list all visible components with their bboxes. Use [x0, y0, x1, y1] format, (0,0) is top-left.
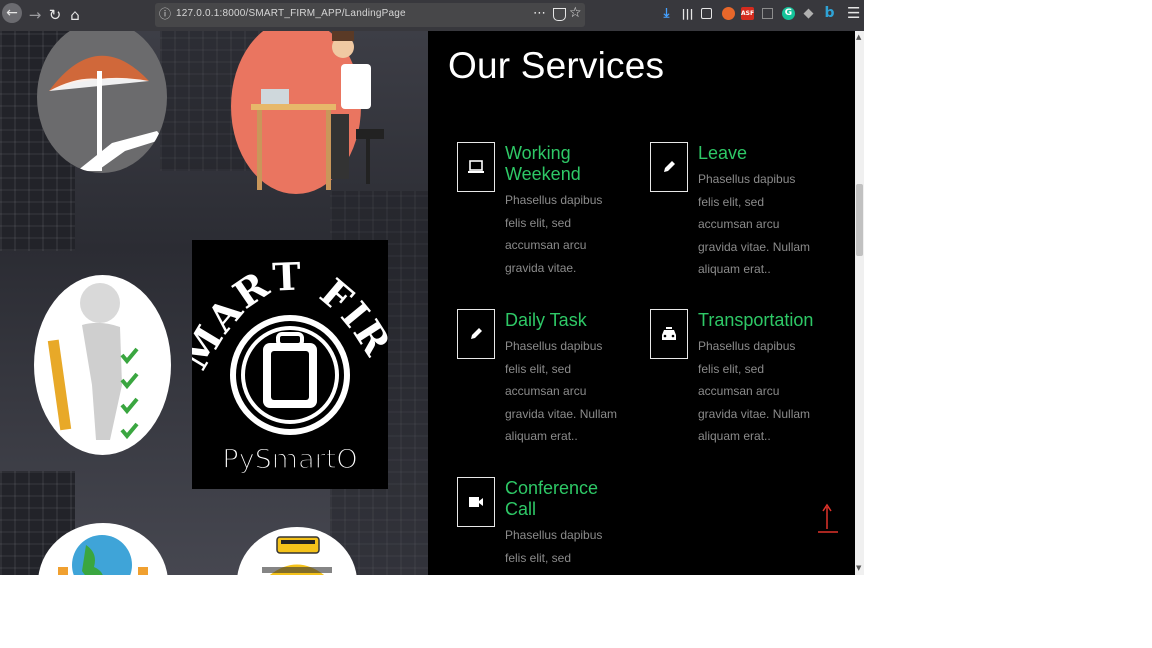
- arrow-up-icon: [818, 503, 838, 533]
- service-title[interactable]: Conference Call: [505, 478, 615, 520]
- service-icon-box: [457, 477, 495, 527]
- library-icon[interactable]: |||: [681, 7, 694, 20]
- ext-square-icon[interactable]: [762, 8, 773, 19]
- service-title[interactable]: Working Weekend: [505, 143, 625, 185]
- vertical-scrollbar[interactable]: ▲ ▼: [855, 31, 864, 575]
- pencil-icon: [664, 161, 675, 172]
- service-icon-box: [650, 309, 688, 359]
- taxi-icon: [662, 327, 676, 340]
- service-description: Phasellus dapibus felis elit, sed accums…: [698, 172, 811, 276]
- pencil-icon: [471, 328, 482, 339]
- service-icon-box: [650, 142, 688, 192]
- checklist-figure-icon: [34, 275, 171, 455]
- service-description: Phasellus dapibus felis elit, sed accums…: [505, 528, 603, 575]
- beach-umbrella-icon: [37, 31, 167, 173]
- address-bar[interactable]: ⓘ 127.0.0.1:8000/SMART_FIRM_APP/LandingP…: [155, 3, 585, 27]
- hero-collage: SMART FIRM PySmartO: [0, 31, 428, 575]
- ext-bing-label: b: [824, 5, 835, 21]
- service-description: Phasellus dapibus felis elit, sed accums…: [505, 339, 618, 443]
- forward-button[interactable]: →: [24, 4, 46, 26]
- back-button[interactable]: ←: [2, 3, 22, 23]
- hamburger-menu-icon[interactable]: ☰: [847, 4, 860, 22]
- ext-orange-icon[interactable]: [722, 7, 735, 20]
- scroll-down-arrow-icon[interactable]: ▼: [856, 564, 861, 572]
- ext-asf-label: ASF: [741, 10, 755, 17]
- download-icon[interactable]: ⤓: [660, 7, 673, 20]
- sidebar-icon[interactable]: [701, 8, 712, 19]
- service-icon-box: [457, 142, 495, 192]
- ext-grammarly-icon[interactable]: G: [782, 7, 795, 20]
- laptop-icon: [468, 160, 484, 173]
- services-section: Our Services Working Weekend Phasellus d…: [428, 31, 855, 575]
- ext-asf-icon[interactable]: ASF: [741, 7, 754, 20]
- services-heading: Our Services: [448, 45, 665, 86]
- info-icon[interactable]: ⓘ: [159, 5, 171, 22]
- page-actions-button[interactable]: ⋯: [533, 6, 546, 21]
- pocket-icon[interactable]: [553, 8, 566, 21]
- smart-firm-logo: SMART FIRM PySmartO: [170, 204, 399, 489]
- scrollbar-thumb[interactable]: [856, 184, 863, 256]
- url-text[interactable]: 127.0.0.1:8000/SMART_FIRM_APP/LandingPag…: [176, 8, 406, 19]
- browser-toolbar: ← → ↻ ⌂ ⓘ 127.0.0.1:8000/SMART_FIRM_APP/…: [0, 0, 864, 31]
- scroll-up-arrow-icon[interactable]: ▲: [856, 33, 861, 41]
- service-description: Phasellus dapibus felis elit, sed accums…: [505, 193, 603, 275]
- bookmark-star-icon[interactable]: ☆: [569, 5, 582, 21]
- home-button[interactable]: ⌂: [64, 4, 86, 26]
- reload-button[interactable]: ↻: [44, 4, 66, 26]
- service-title[interactable]: Transportation: [698, 310, 848, 331]
- ext-grammarly-label: G: [784, 8, 793, 18]
- logo-subtitle: PySmartO: [222, 444, 357, 475]
- office-worker-icon: [231, 31, 384, 194]
- ext-diamond-icon[interactable]: ◆: [802, 7, 815, 20]
- page-viewport: SMART FIRM PySmartO: [0, 31, 855, 575]
- ext-bing-icon[interactable]: b: [823, 5, 836, 21]
- service-icon-box: [457, 309, 495, 359]
- service-description: Phasellus dapibus felis elit, sed accums…: [698, 339, 811, 443]
- video-camera-icon: [469, 497, 483, 507]
- service-title[interactable]: Leave: [698, 143, 838, 164]
- back-to-top-button[interactable]: [818, 501, 838, 533]
- service-title[interactable]: Daily Task: [505, 310, 645, 331]
